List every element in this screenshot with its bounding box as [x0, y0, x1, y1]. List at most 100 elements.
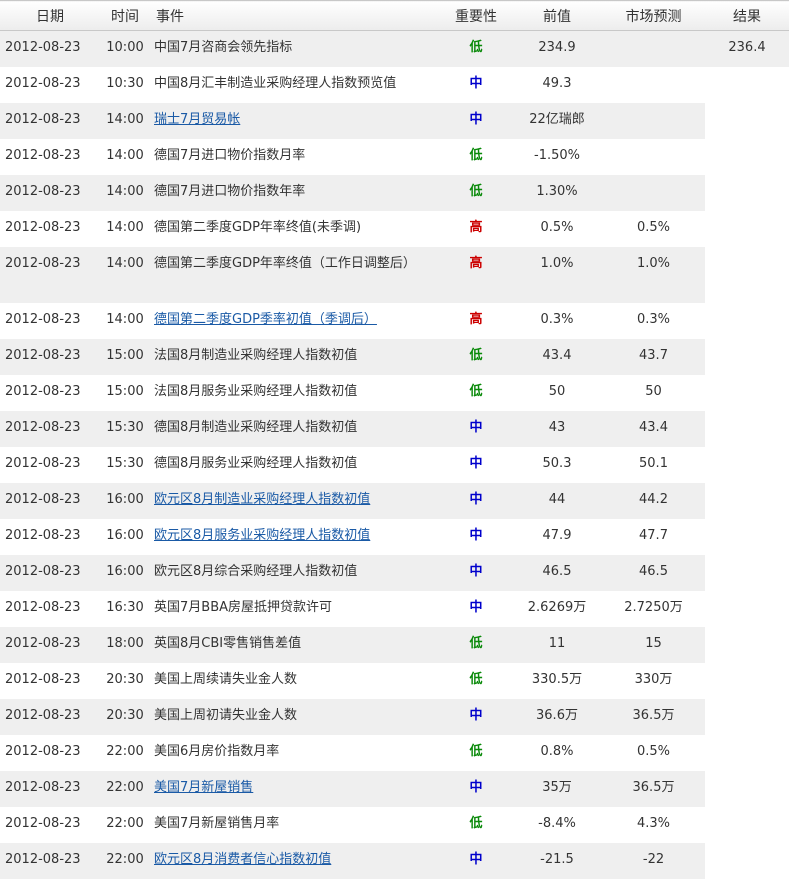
- event-link[interactable]: 欧元区8月服务业采购经理人指数初值: [154, 528, 370, 543]
- cell-importance: 中: [440, 519, 512, 555]
- event-link[interactable]: 欧元区8月消费者信心指数初值: [154, 852, 331, 867]
- cell-time: 16:30: [106, 600, 144, 615]
- table-row: 2012-08-23 14:00 德国第二季度GDP年率终值（工作日调整后） 高 1.0…: [0, 247, 789, 303]
- cell-previous: 44: [512, 483, 602, 519]
- cell-importance: 中: [440, 447, 512, 483]
- cell-result: [705, 555, 789, 591]
- cell-importance: 低: [440, 627, 512, 663]
- cell-forecast: 15: [602, 627, 705, 663]
- cell-event: 欧元区8月制造业采购经理人指数初值: [150, 483, 440, 519]
- importance-badge: 低: [469, 672, 483, 687]
- cell-previous: 0.8%: [540, 744, 574, 759]
- event-link[interactable]: 欧元区8月制造业采购经理人指数初值: [154, 492, 370, 507]
- table-row: 2012-08-23 14:00 瑞士7月贸易帐 中 22亿瑞郎: [0, 103, 789, 139]
- cell-result: [705, 139, 789, 175]
- cell-time: 16:00: [100, 483, 150, 519]
- table-row: 2012-08-23 10:00 中国7月咨商会领先指标 低 234.9 236.4: [0, 30, 789, 67]
- cell-previous: 234.9: [512, 30, 602, 67]
- cell-previous: 50.3: [542, 456, 572, 471]
- cell-event: 欧元区8月消费者信心指数初值: [150, 843, 440, 879]
- importance-badge: 中: [469, 600, 483, 615]
- cell-result: [705, 67, 789, 103]
- cell-forecast: 0.5%: [636, 744, 671, 759]
- cell-previous: 47.9: [542, 528, 572, 543]
- table-row: 2012-08-23 16:00 欧元区8月制造业采购经理人指数初值 中 44 44.2: [0, 483, 789, 519]
- cell-result: [705, 771, 789, 807]
- cell-forecast: 44.2: [602, 483, 705, 519]
- cell-date: 2012-08-23: [5, 744, 81, 759]
- cell-time: 22:00: [106, 744, 144, 759]
- header-row: 日期 时间 事件 重要性 前值 市场预测 结果: [0, 0, 789, 31]
- table-row: 2012-08-23 22:00 美国7月新屋销售月率 低 -8.4% 4.3%: [0, 807, 789, 843]
- cell-importance: 中: [440, 103, 512, 139]
- event-link[interactable]: 瑞士7月贸易帐: [154, 112, 240, 127]
- cell-previous: 0.3%: [540, 312, 574, 327]
- cell-forecast: -22: [602, 843, 705, 879]
- cell-importance: 中: [440, 411, 512, 447]
- table-row: 2012-08-23 15:30 德国8月制造业采购经理人指数初值 中 43 43.4: [0, 411, 789, 447]
- cell-event: 美国6月房价指数月率: [154, 744, 280, 759]
- cell-importance: 中: [440, 591, 512, 627]
- cell-previous: 330.5万: [531, 672, 583, 687]
- cell-importance: 中: [440, 555, 512, 591]
- importance-badge: 低: [469, 816, 483, 831]
- cell-event: 欧元区8月综合采购经理人指数初值: [150, 555, 440, 591]
- cell-time: 16:00: [100, 555, 150, 591]
- importance-badge: 低: [469, 184, 483, 199]
- importance-badge: 低: [469, 348, 483, 363]
- cell-date: 2012-08-23: [5, 76, 81, 91]
- cell-forecast: 36.5万: [602, 771, 705, 807]
- importance-badge: 中: [469, 564, 483, 579]
- cell-time: 10:30: [106, 76, 144, 91]
- cell-forecast: [602, 175, 705, 211]
- cell-event: 美国7月新屋销售月率: [154, 816, 280, 831]
- importance-badge: 中: [469, 708, 483, 723]
- cell-time: 14:00: [100, 247, 150, 303]
- cell-forecast: 46.5: [602, 555, 705, 591]
- cell-previous: 2.6269万: [527, 600, 587, 615]
- economic-calendar-table: 日期 时间 事件 重要性 前值 市场预测 结果 2012-08-23 10:00 中…: [0, 0, 789, 879]
- cell-forecast: 0.5%: [636, 220, 671, 235]
- cell-time: 14:00: [106, 312, 144, 327]
- cell-result: 236.4: [705, 30, 789, 67]
- cell-date: 2012-08-23: [0, 627, 100, 663]
- cell-event: 中国8月汇丰制造业采购经理人指数预览值: [154, 76, 397, 91]
- cell-date: 2012-08-23: [0, 555, 100, 591]
- cell-date: 2012-08-23: [0, 771, 100, 807]
- header-result: 结果: [705, 0, 789, 31]
- cell-forecast: 330万: [634, 672, 673, 687]
- cell-time: 15:00: [106, 384, 144, 399]
- cell-previous: 36.6万: [512, 699, 602, 735]
- cell-date: 2012-08-23: [5, 600, 81, 615]
- event-link[interactable]: 美国7月新屋销售: [154, 780, 253, 795]
- cell-date: 2012-08-23: [0, 339, 100, 375]
- cell-date: 2012-08-23: [0, 30, 100, 67]
- importance-badge: 低: [469, 148, 483, 163]
- importance-badge: 高: [469, 220, 483, 235]
- cell-importance: 高: [440, 211, 512, 247]
- cell-date: 2012-08-23: [5, 816, 81, 831]
- cell-previous: -1.50%: [534, 148, 580, 163]
- cell-previous: -21.5: [512, 843, 602, 879]
- cell-result: [705, 627, 789, 663]
- cell-result: [705, 447, 789, 483]
- event-link[interactable]: 德国第二季度GDP季率初值（季调后）: [154, 312, 377, 327]
- table-row: 2012-08-23 14:00 德国7月进口物价指数年率 低 1.30%: [0, 175, 789, 211]
- cell-date: 2012-08-23: [5, 672, 81, 687]
- cell-importance: 中: [440, 67, 512, 103]
- cell-importance: 低: [440, 139, 512, 175]
- table-row: 2012-08-23 15:00 法国8月服务业采购经理人指数初值 低 50 50: [0, 375, 789, 411]
- cell-event: 欧元区8月服务业采购经理人指数初值: [150, 519, 440, 555]
- cell-result: [705, 483, 789, 519]
- cell-forecast: 0.3%: [636, 312, 671, 327]
- cell-result: [705, 375, 789, 411]
- cell-event: 德国第二季度GDP季率初值（季调后）: [150, 303, 440, 339]
- cell-event: 德国8月制造业采购经理人指数初值: [150, 411, 440, 447]
- cell-forecast: 50: [645, 384, 662, 399]
- cell-time: 22:00: [100, 771, 150, 807]
- cell-forecast: [602, 67, 705, 103]
- cell-result: [705, 663, 789, 699]
- importance-badge: 中: [469, 420, 483, 435]
- cell-event: 德国7月进口物价指数月率: [154, 148, 306, 163]
- table-row: 2012-08-23 16:00 欧元区8月服务业采购经理人指数初值 中 47.9 47.…: [0, 519, 789, 555]
